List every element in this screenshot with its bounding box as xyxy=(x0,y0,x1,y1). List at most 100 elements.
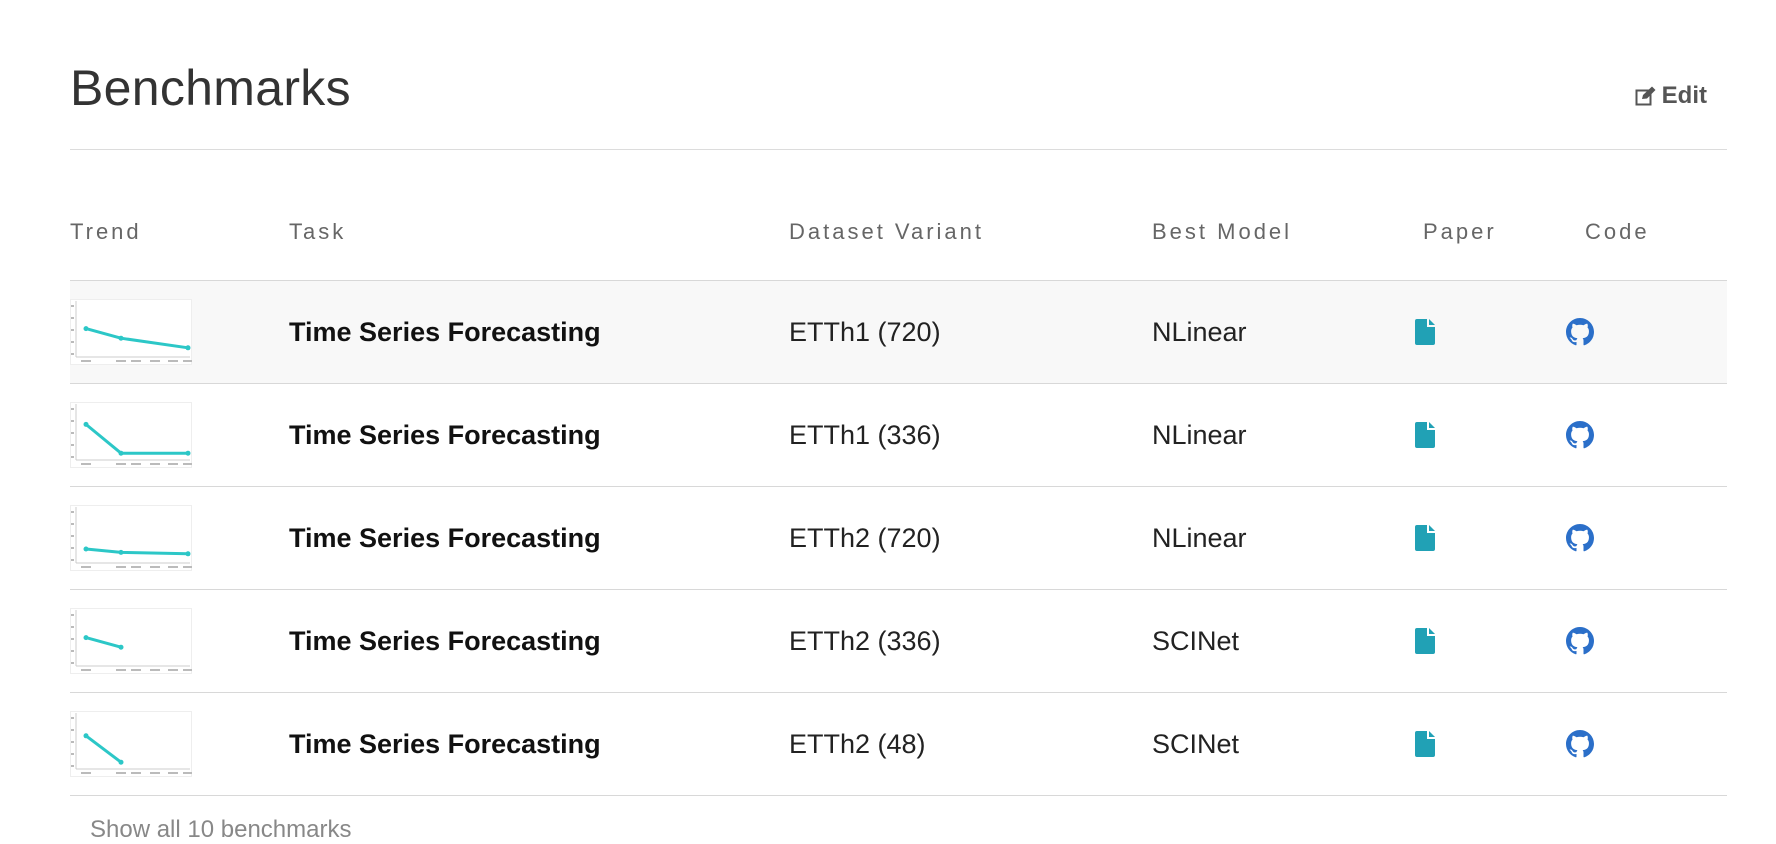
paper-link[interactable] xyxy=(1405,384,1445,486)
table-row[interactable]: Time Series Forecasting ETTh1 (336) NLin… xyxy=(70,384,1727,487)
sparkline-point xyxy=(118,644,124,650)
file-icon xyxy=(1415,731,1435,757)
trend-sparkline[interactable] xyxy=(70,384,192,486)
sparkline-point xyxy=(83,546,89,552)
paper-link[interactable] xyxy=(1405,281,1445,383)
sparkline-tick-label xyxy=(71,408,74,410)
sparkline-tick-label xyxy=(71,765,74,767)
sparkline-tick-label xyxy=(71,511,74,513)
table-row[interactable]: Time Series Forecasting ETTh2 (48) SCINe… xyxy=(70,693,1727,796)
sparkline-tick-label xyxy=(131,669,141,671)
best-model-link[interactable]: NLinear xyxy=(1152,281,1247,383)
sparkline-tick-label xyxy=(71,305,74,307)
edit-label: Edit xyxy=(1661,82,1707,109)
trend-sparkline[interactable] xyxy=(70,590,192,692)
sparkline-tick-label xyxy=(116,669,126,671)
sparkline-tick-label xyxy=(150,360,160,362)
sparkline-tick-label xyxy=(71,535,74,537)
best-model-link[interactable]: NLinear xyxy=(1152,384,1247,486)
sparkline-point xyxy=(185,345,191,351)
sparkline-point xyxy=(118,549,124,555)
task-link[interactable]: Time Series Forecasting xyxy=(289,693,601,795)
column-header-paper: Paper xyxy=(1423,219,1497,244)
sparkline-tick-label xyxy=(71,456,74,458)
table-row[interactable]: Time Series Forecasting ETTh2 (720) NLin… xyxy=(70,487,1727,590)
sparkline-point xyxy=(83,733,89,739)
sparkline-tick-label xyxy=(150,669,160,671)
sparkline-point xyxy=(185,551,191,557)
sparkline-tick-label xyxy=(150,463,160,465)
code-link[interactable] xyxy=(1560,487,1600,589)
sparkline-tick-label xyxy=(183,360,192,362)
table-header: Trend Task Dataset Variant Best Model Pa… xyxy=(70,210,1727,281)
sparkline-tick-label xyxy=(71,353,74,355)
best-model-link[interactable]: SCINet xyxy=(1152,590,1239,692)
task-link[interactable]: Time Series Forecasting xyxy=(289,281,601,383)
table-row[interactable]: Time Series Forecasting ETTh1 (720) NLin… xyxy=(70,281,1727,384)
github-icon xyxy=(1566,730,1594,758)
task-link[interactable]: Time Series Forecasting xyxy=(289,384,601,486)
sparkline-tick-label xyxy=(116,360,126,362)
edit-icon xyxy=(1635,86,1656,106)
sparkline-tick-label xyxy=(71,638,74,640)
sparkline-point xyxy=(185,450,191,456)
paper-link[interactable] xyxy=(1405,590,1445,692)
sparkline-tick-label xyxy=(71,341,74,343)
code-link[interactable] xyxy=(1560,281,1600,383)
dataset-variant: ETTh1 (720) xyxy=(789,316,941,347)
sparkline-tick-label xyxy=(168,463,178,465)
dataset-variant: ETTh1 (336) xyxy=(789,419,941,450)
sparkline-tick-label xyxy=(116,772,126,774)
page-title: Benchmarks xyxy=(70,60,351,116)
edit-button[interactable]: Edit xyxy=(1635,82,1707,110)
task-link[interactable]: Time Series Forecasting xyxy=(289,487,601,589)
sparkline-tick-label xyxy=(71,559,74,561)
code-link[interactable] xyxy=(1560,384,1600,486)
sparkline-tick-label xyxy=(81,669,91,671)
sparkline-frame xyxy=(70,608,192,674)
sparkline-point xyxy=(118,450,124,456)
sparkline-tick-label xyxy=(71,444,74,446)
sparkline-point xyxy=(83,635,89,641)
trend-sparkline[interactable] xyxy=(70,281,192,383)
sparkline-tick-label xyxy=(183,669,192,671)
sparkline-tick-label xyxy=(71,650,74,652)
sparkline-tick-label xyxy=(71,753,74,755)
best-model-link[interactable]: SCINet xyxy=(1152,693,1239,795)
paper-link[interactable] xyxy=(1405,693,1445,795)
sparkline-tick-label xyxy=(131,566,141,568)
sparkline-tick-label xyxy=(71,614,74,616)
sparkline-tick-label xyxy=(150,566,160,568)
column-header-trend: Trend xyxy=(70,219,142,244)
sparkline-tick-label xyxy=(71,662,74,664)
sparkline-frame xyxy=(70,505,192,571)
best-model-link[interactable]: NLinear xyxy=(1152,487,1247,589)
sparkline-point xyxy=(83,326,89,332)
sparkline-tick-label xyxy=(183,463,192,465)
sparkline-tick-label xyxy=(183,566,192,568)
sparkline-tick-label xyxy=(71,626,74,628)
sparkline-tick-label xyxy=(131,463,141,465)
sparkline-tick-label xyxy=(168,360,178,362)
table-row[interactable]: Time Series Forecasting ETTh2 (336) SCIN… xyxy=(70,590,1727,693)
sparkline-tick-label xyxy=(168,566,178,568)
sparkline-tick-label xyxy=(116,463,126,465)
benchmarks-section: Benchmarks Edit Trend Task Dataset Varia… xyxy=(0,0,1776,843)
sparkline-tick-label xyxy=(131,772,141,774)
trend-sparkline[interactable] xyxy=(70,693,192,795)
trend-sparkline[interactable] xyxy=(70,487,192,589)
sparkline-tick-label xyxy=(71,741,74,743)
sparkline-tick-label xyxy=(81,772,91,774)
code-link[interactable] xyxy=(1560,693,1600,795)
github-icon xyxy=(1566,524,1594,552)
sparkline-tick-label xyxy=(71,420,74,422)
task-link[interactable]: Time Series Forecasting xyxy=(289,590,601,692)
paper-link[interactable] xyxy=(1405,487,1445,589)
code-link[interactable] xyxy=(1560,590,1600,692)
sparkline-tick-label xyxy=(71,717,74,719)
sparkline-tick-label xyxy=(71,432,74,434)
show-all-benchmarks-link[interactable]: Show all 10 benchmarks xyxy=(90,816,351,844)
column-header-best-model: Best Model xyxy=(1152,219,1293,244)
dataset-variant: ETTh2 (336) xyxy=(789,625,941,656)
sparkline-tick-label xyxy=(81,360,91,362)
